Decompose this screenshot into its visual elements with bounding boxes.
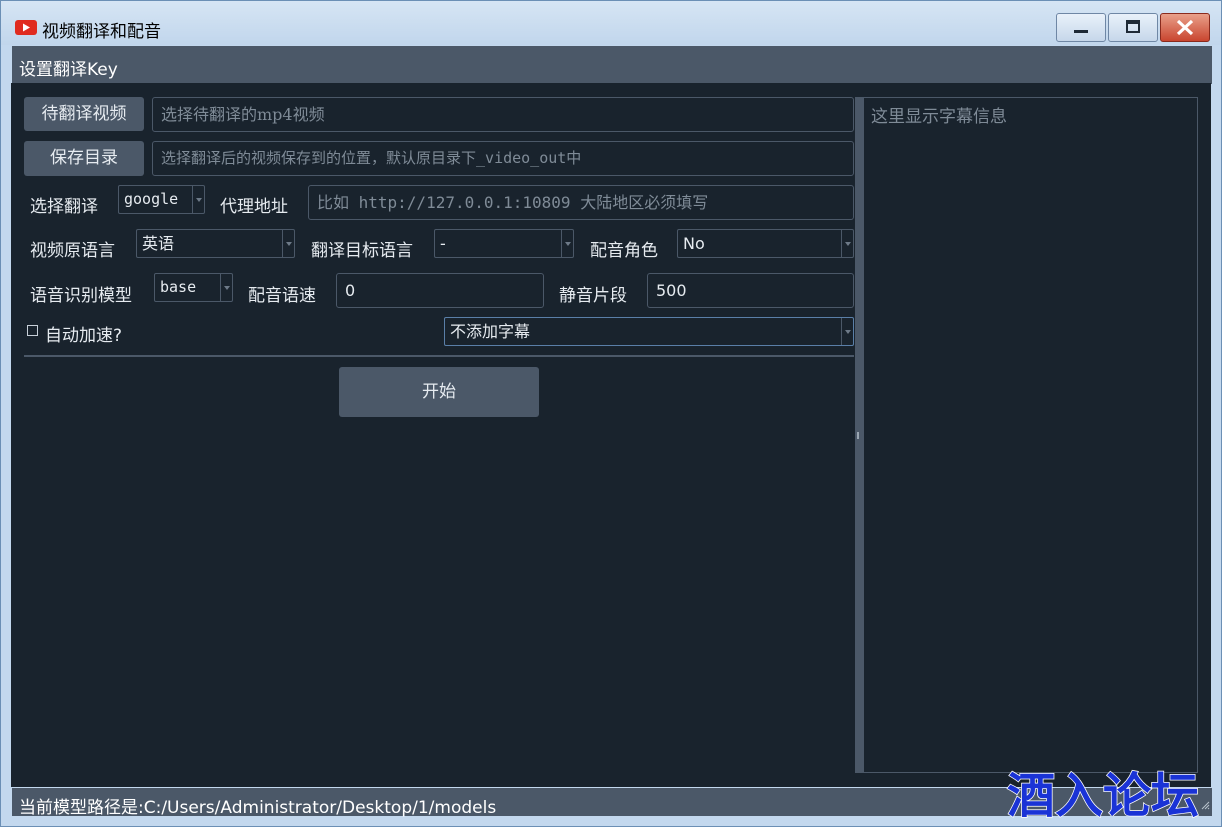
subtitle-option-select[interactable]: 不添加字幕 [444,317,854,346]
maximize-button[interactable] [1108,13,1158,42]
source-language-value: 英语 [142,234,175,253]
splitter-handle[interactable] [855,97,863,773]
close-icon [1176,19,1194,36]
asr-model-label: 语音识别模型 [30,286,132,306]
voice-rate-label: 配音语速 [248,286,316,306]
proxy-label: 代理地址 [220,197,288,217]
voice-role-label: 配音角色 [590,241,658,261]
subtitle-text-area[interactable]: 这里显示字幕信息 [863,97,1198,773]
chevron-down-icon [561,230,573,257]
target-language-value: - [440,234,446,253]
translate-engine-label: 选择翻译 [30,197,98,217]
chevron-down-icon [841,318,853,345]
voice-rate-input[interactable]: 0 [336,273,544,308]
checkbox-box[interactable] [27,325,38,336]
menu-bar: 设置翻译Key [12,46,1212,84]
silence-segment-input[interactable]: 500 [647,273,854,308]
voice-role-select[interactable]: No [677,229,854,258]
menu-item-set-translate-key[interactable]: 设置翻译Key [19,55,118,80]
target-language-select[interactable]: - [434,229,574,258]
chevron-down-icon [282,230,294,257]
svg-text:酒入论坛: 酒入论坛 [1007,768,1199,823]
chevron-down-icon [192,186,204,213]
window-title: 视频翻译和配音 [42,22,161,42]
proxy-input[interactable]: 比如 http://127.0.0.1:10809 大陆地区必须填写 [308,185,854,220]
separator [24,355,854,357]
splitter-grip [857,432,859,439]
target-language-label: 翻译目标语言 [311,241,413,261]
voice-role-value: No [683,234,705,253]
video-path-input[interactable]: 选择待翻译的mp4视频 [152,97,854,132]
silence-segment-label: 静音片段 [559,286,627,306]
asr-model-select[interactable]: base [154,273,233,302]
asr-model-value: base [160,278,197,296]
subtitle-placeholder: 这里显示字幕信息 [871,107,1007,127]
select-video-button[interactable]: 待翻译视频 [24,97,144,131]
status-text: 当前模型路径是:C:/Users/Administrator/Desktop/1… [19,798,497,818]
save-dir-button[interactable]: 保存目录 [24,141,144,176]
title-bar[interactable]: 视频翻译和配音 [1,1,1221,45]
save-dir-input[interactable]: 选择翻译后的视频保存到的位置，默认原目录下_video_out中 [152,141,854,176]
chevron-down-icon [841,230,853,257]
minimize-icon [1074,30,1088,33]
translate-engine-select[interactable]: google [118,185,205,214]
subtitle-option-value: 不添加字幕 [450,322,531,341]
close-button[interactable] [1160,13,1210,42]
minimize-button[interactable] [1056,13,1106,42]
translate-engine-value: google [124,190,179,208]
maximize-icon [1126,20,1140,33]
video-play-icon [15,20,37,35]
source-language-select[interactable]: 英语 [136,229,295,258]
watermark-logo: 酒入论坛 [1006,767,1200,823]
start-button[interactable]: 开始 [339,367,539,417]
auto-speed-label: 自动加速? [45,326,123,346]
source-language-label: 视频原语言 [30,241,115,261]
chevron-down-icon [220,274,232,301]
